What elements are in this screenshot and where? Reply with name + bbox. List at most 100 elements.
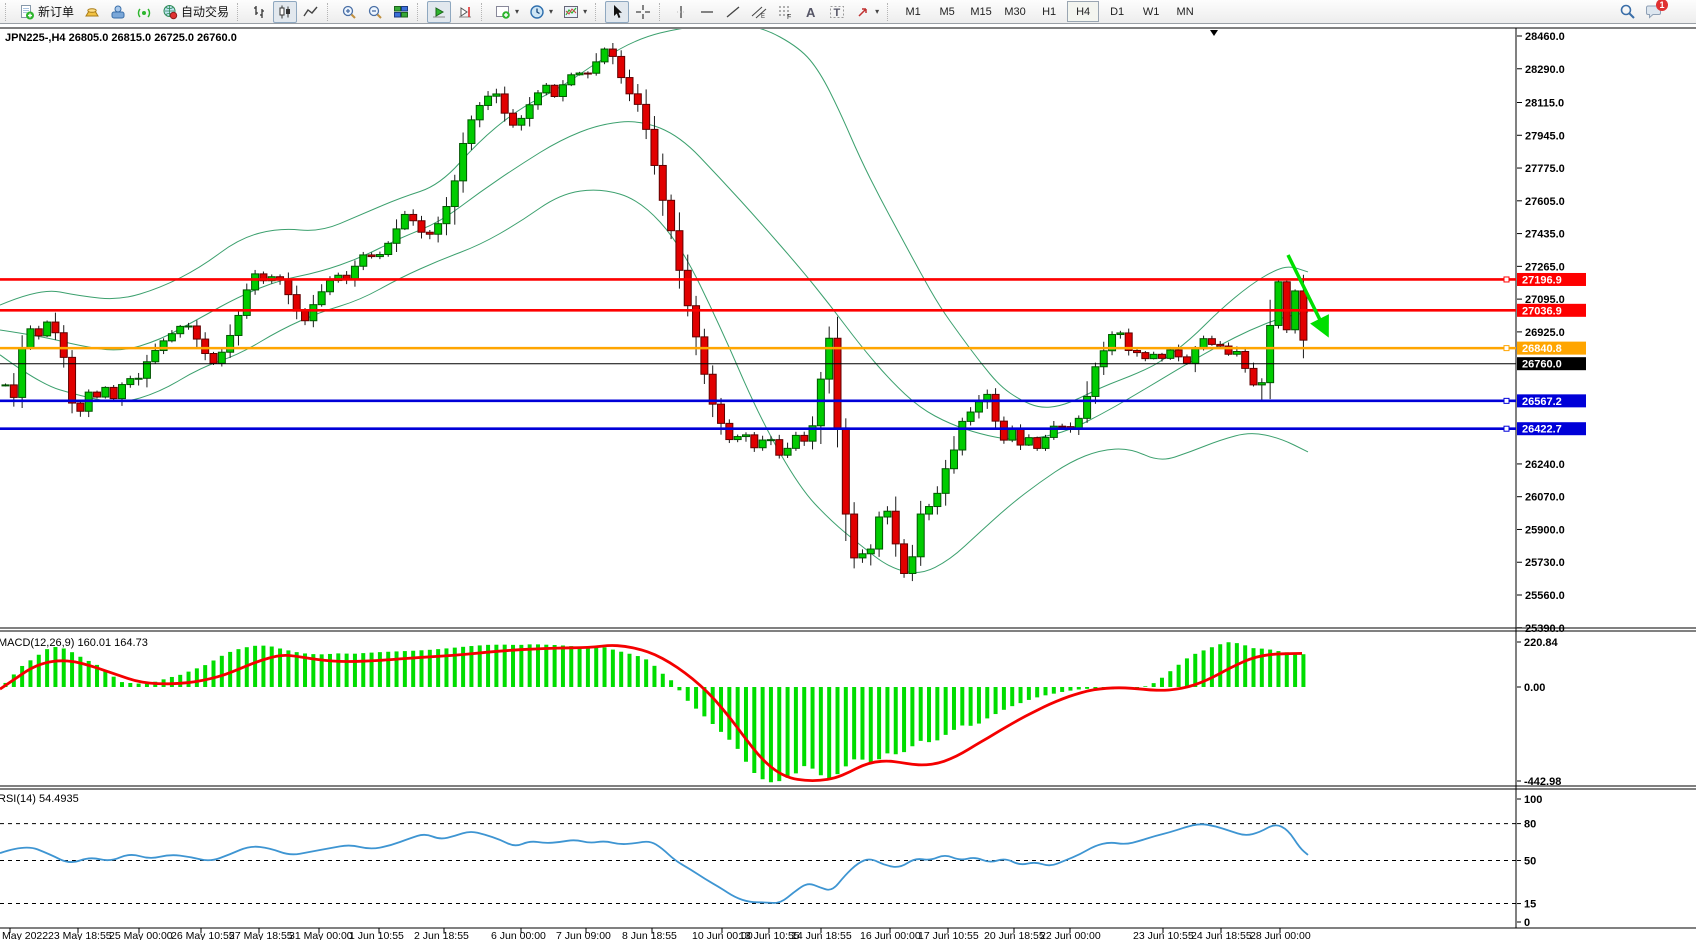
market-watch-button[interactable]: [80, 1, 104, 23]
autotrading-button[interactable]: 自动交易: [158, 1, 233, 23]
timeframe-button-h1[interactable]: H1: [1033, 1, 1065, 22]
search-icon: [1619, 3, 1636, 20]
chart-canvas[interactable]: 28460.028290.028115.027945.027775.027605…: [0, 24, 1696, 940]
fibo-icon: F: [777, 4, 793, 20]
crosshair-icon: [635, 4, 651, 20]
price-axis: 28460.028290.028115.027945.027775.027605…: [1517, 31, 1565, 635]
candles: [2, 43, 1307, 581]
new-order-button-label: 新订单: [38, 3, 74, 20]
data-window-button[interactable]: [106, 1, 130, 23]
rsi-panel: 100 80 50 15 0 RSI(14) 54.4935: [0, 793, 1542, 929]
rsi-axis-label: 100: [1524, 794, 1542, 806]
timeframe-button-m30[interactable]: M30: [999, 1, 1031, 22]
vertical-line-button[interactable]: [669, 1, 693, 23]
level-price-tag: 26567.2: [1522, 396, 1562, 408]
crosshair-button[interactable]: [631, 1, 655, 23]
rsi-axis-label: 80: [1524, 819, 1536, 831]
toolbar-separator: [887, 3, 893, 21]
toolbar-separator: [659, 3, 665, 21]
toolbar-separator: [327, 3, 333, 21]
timeframe-button-m15[interactable]: M15: [965, 1, 997, 22]
time-axis: May 202223 May 18:5525 May 00:0026 May 1…: [2, 928, 1311, 940]
line-chart-button[interactable]: [299, 1, 323, 23]
notify-icon: 1: [1646, 3, 1663, 20]
chart-shift-button[interactable]: [453, 1, 477, 23]
toolbar-separator: [481, 3, 487, 21]
fibonacci-button[interactable]: F: [773, 1, 797, 23]
chart-window[interactable]: 28460.028290.028115.027945.027775.027605…: [0, 24, 1696, 940]
indicators-button[interactable]: ▾: [491, 1, 523, 23]
indicators-icon: [495, 4, 511, 20]
zoom-in-button[interactable]: [337, 1, 361, 23]
horizontal-line-button[interactable]: [695, 1, 719, 23]
macd-axis-label: 220.84: [1524, 637, 1559, 649]
price-tick-label: 27945.0: [1525, 130, 1565, 142]
price-tick-label: 28290.0: [1525, 64, 1565, 76]
trendline-button[interactable]: [721, 1, 745, 23]
zoom-out-button[interactable]: [363, 1, 387, 23]
navigator-button[interactable]: [132, 1, 156, 23]
toolbar-right-group: 1: [1614, 1, 1696, 23]
chevron-down-icon: ▾: [549, 7, 553, 16]
new-order-button[interactable]: 新订单: [15, 1, 78, 23]
auto-scroll-button[interactable]: [427, 1, 451, 23]
person-icon: [110, 4, 126, 20]
rsi-indicator-label: RSI(14) 54.4935: [0, 793, 79, 805]
bar-chart-button[interactable]: [247, 1, 271, 23]
chevron-down-icon: ▾: [583, 7, 587, 16]
bollinger-bands: [0, 25, 1308, 573]
time-axis-label: 14 Jun 18:55: [791, 930, 852, 940]
price-tick-label: 25390.0: [1525, 623, 1565, 635]
rsi-line: [0, 824, 1308, 903]
macd-signal-line: [0, 646, 1302, 781]
time-axis-label: 20 Jun 18:55: [984, 930, 1045, 940]
macd-indicator-label: MACD(12,26,9) 160.01 164.73: [0, 637, 148, 649]
toolbar-edge-sliver: [5, 3, 11, 21]
time-axis-label: 27 May 18:55: [229, 930, 293, 940]
channel-icon: E: [751, 4, 767, 20]
channel-button[interactable]: E: [747, 1, 771, 23]
rsi-axis-label: 0: [1524, 917, 1530, 929]
candlestick-button[interactable]: [273, 1, 297, 23]
rsi-axis-label: 50: [1524, 856, 1536, 868]
gold-icon: [84, 4, 100, 20]
timeframe-button-d1[interactable]: D1: [1101, 1, 1133, 22]
text-button[interactable]: A: [799, 1, 823, 23]
search-button[interactable]: [1615, 1, 1640, 23]
timeframe-button-m1[interactable]: M1: [897, 1, 929, 22]
level-price-tag: 26840.8: [1522, 343, 1562, 355]
time-axis-label: 7 Jun 09:00: [556, 930, 611, 940]
text-label-button[interactable]: T: [825, 1, 849, 23]
time-axis-label: 23 May 18:55: [48, 930, 112, 940]
level-price-tag: 27196.9: [1522, 274, 1562, 286]
timeframe-button-mn[interactable]: MN: [1169, 1, 1201, 22]
signal-icon: [136, 4, 152, 20]
price-tick-label: 25900.0: [1525, 524, 1565, 536]
toolbar-separator: [595, 3, 601, 21]
chevron-down-icon: ▾: [515, 7, 519, 16]
toolbar-separator: [237, 3, 243, 21]
linechart-icon: [303, 4, 319, 20]
time-axis-label: 16 Jun 00:00: [860, 930, 921, 940]
rsi-axis-label: 15: [1524, 899, 1536, 911]
doc-plus-icon: [19, 4, 35, 20]
timeframe-button-h4[interactable]: H4: [1067, 1, 1099, 22]
arrows-button[interactable]: ▾: [851, 1, 883, 23]
bollinger-lower-band: [0, 190, 1308, 572]
zoom-in-icon: [341, 4, 357, 20]
notifications-button[interactable]: 1: [1642, 1, 1667, 23]
tile-windows-button[interactable]: [389, 1, 413, 23]
templates-button[interactable]: ▾: [559, 1, 591, 23]
time-axis-label: 1 Jun 10:55: [349, 930, 404, 940]
periods-button[interactable]: ▾: [525, 1, 557, 23]
time-axis-label: 17 Jun 10:55: [918, 930, 979, 940]
timeframe-button-m5[interactable]: M5: [931, 1, 963, 22]
timeframe-button-w1[interactable]: W1: [1135, 1, 1167, 22]
cursor-button[interactable]: [605, 1, 629, 23]
mt4-window: { "toolbar": { "new_order_label": "新订单",…: [0, 0, 1696, 940]
bars-icon: [251, 4, 267, 20]
time-axis-label: 22 Jun 00:00: [1040, 930, 1101, 940]
time-axis-label: 24 Jun 18:55: [1191, 930, 1252, 940]
time-axis-label: 23 Jun 10:55: [1133, 930, 1194, 940]
time-axis-label: 6 Jun 00:00: [491, 930, 546, 940]
